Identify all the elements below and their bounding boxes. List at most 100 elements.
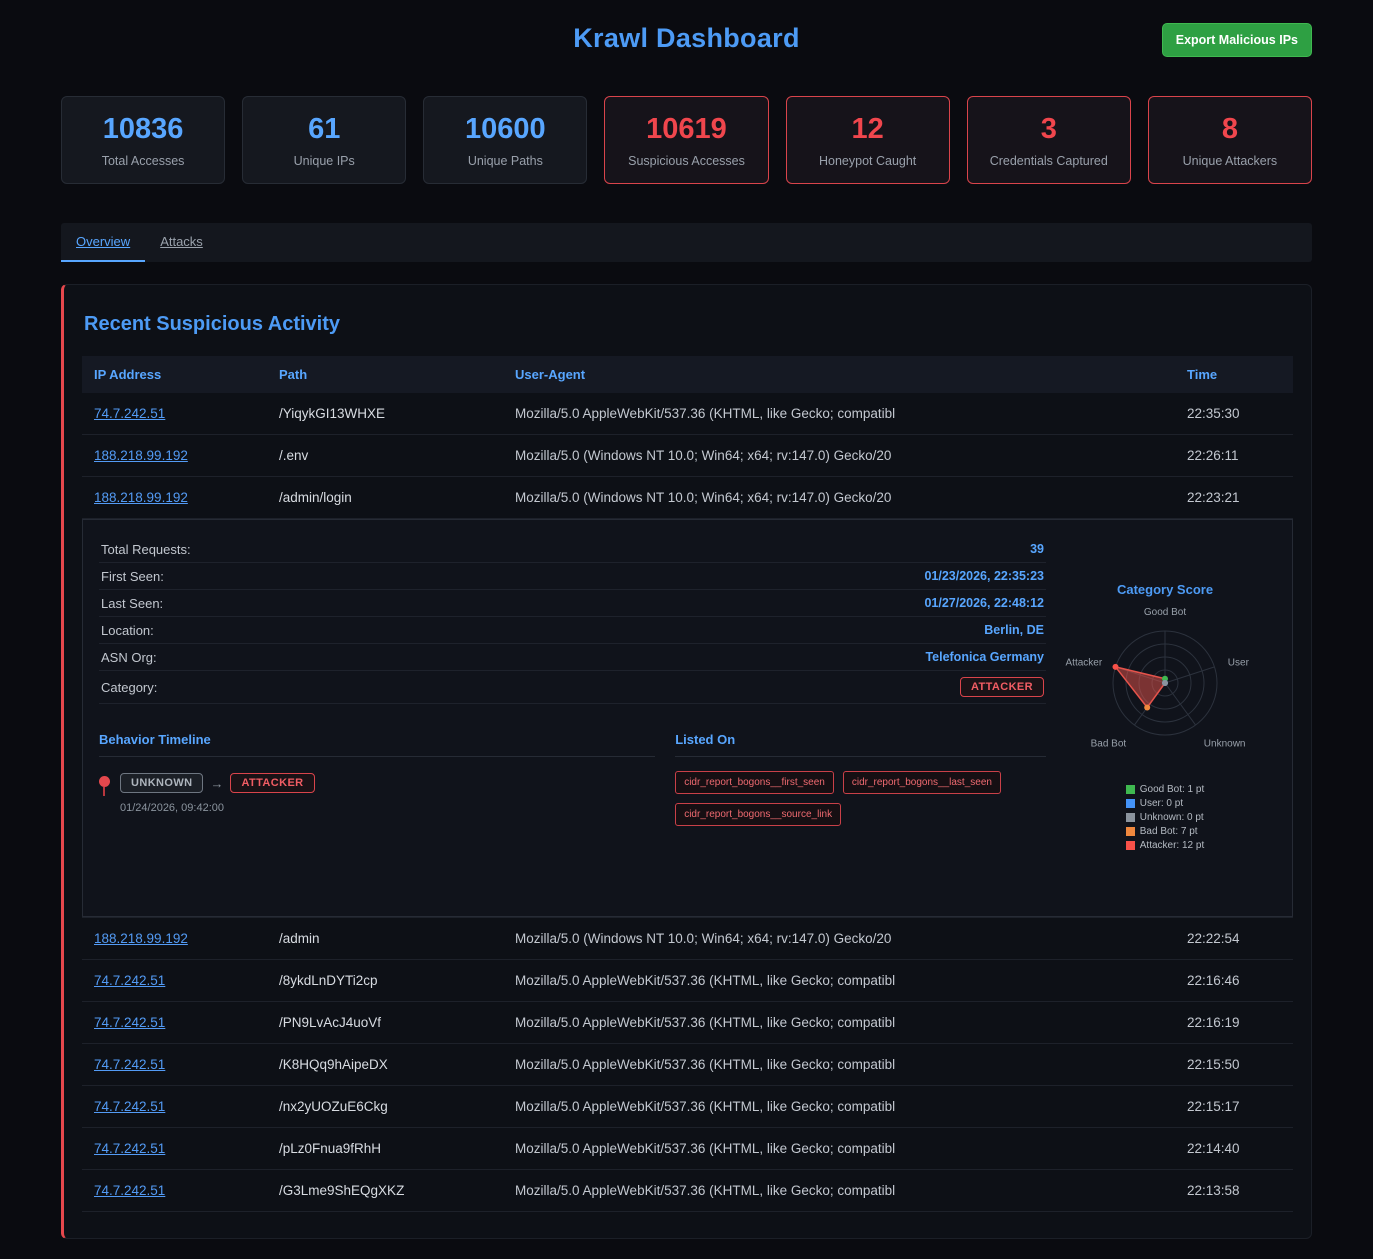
legend-item: Bad Bot: 7 pt bbox=[1126, 826, 1205, 837]
table-row[interactable]: 74.7.242.51 /8ykdLnDYTi2cp Mozilla/5.0 A… bbox=[82, 960, 1293, 1002]
listed-on-badge[interactable]: cidr_report_bogons__last_seen bbox=[843, 771, 1001, 794]
page-title: Krawl Dashboard bbox=[573, 23, 800, 54]
listed-on-title: Listed On bbox=[675, 732, 1046, 757]
path-cell: /.env bbox=[267, 435, 503, 477]
field-label: Location: bbox=[101, 623, 154, 638]
table-row[interactable]: 74.7.242.51 /YiqykGI13WHXE Mozilla/5.0 A… bbox=[82, 393, 1293, 435]
column-header-user-agent: User-Agent bbox=[503, 356, 1175, 393]
ip-link[interactable]: 188.218.99.192 bbox=[94, 931, 188, 946]
listed-on-section: Listed On cidr_report_bogons__first_seen… bbox=[675, 732, 1046, 826]
legend-label: User: 0 pt bbox=[1140, 798, 1183, 809]
ip-link[interactable]: 74.7.242.51 bbox=[94, 1141, 165, 1156]
path-cell: /nx2yUOZuE6Ckg bbox=[267, 1086, 503, 1128]
detail-sections: Behavior Timeline UNKNOWN → AT bbox=[99, 732, 1046, 826]
svg-text:Attacker: Attacker bbox=[1066, 658, 1103, 669]
svg-text:Good Bot: Good Bot bbox=[1144, 607, 1186, 618]
legend-swatch bbox=[1126, 785, 1135, 794]
user-agent-cell: Mozilla/5.0 AppleWebKit/537.36 (KHTML, l… bbox=[503, 1044, 1175, 1086]
field-label: Total Requests: bbox=[101, 542, 191, 557]
stat-value: 10619 bbox=[611, 113, 761, 146]
ip-link[interactable]: 74.7.242.51 bbox=[94, 973, 165, 988]
legend-item: Unknown: 0 pt bbox=[1126, 812, 1205, 823]
radar-chart-title: Category Score bbox=[1117, 582, 1213, 597]
user-agent-cell: Mozilla/5.0 (Windows NT 10.0; Win64; x64… bbox=[503, 918, 1175, 960]
table-row[interactable]: 74.7.242.51 /pLz0Fnua9fRhH Mozilla/5.0 A… bbox=[82, 1128, 1293, 1170]
table-row[interactable]: 188.218.99.192 /admin/login Mozilla/5.0 … bbox=[82, 477, 1293, 519]
field-value: 01/27/2026, 22:48:12 bbox=[924, 596, 1044, 610]
legend-swatch bbox=[1126, 827, 1135, 836]
user-agent-cell: Mozilla/5.0 AppleWebKit/537.36 (KHTML, l… bbox=[503, 1086, 1175, 1128]
legend-item: User: 0 pt bbox=[1126, 798, 1205, 809]
user-agent-cell: Mozilla/5.0 AppleWebKit/537.36 (KHTML, l… bbox=[503, 1002, 1175, 1044]
path-cell: /pLz0Fnua9fRhH bbox=[267, 1128, 503, 1170]
legend-label: Attacker: 12 pt bbox=[1140, 840, 1204, 851]
timeline-item: UNKNOWN → ATTACKER 01/24/2026, 09:42:00 bbox=[99, 773, 655, 814]
field-label: First Seen: bbox=[101, 569, 164, 584]
ip-link[interactable]: 74.7.242.51 bbox=[94, 1057, 165, 1072]
time-cell: 22:15:50 bbox=[1175, 1044, 1293, 1086]
detail-fields: Total Requests: 39 First Seen: 01/23/202… bbox=[99, 536, 1046, 704]
table-row[interactable]: 188.218.99.192 /.env Mozilla/5.0 (Window… bbox=[82, 435, 1293, 477]
listed-on-badge[interactable]: cidr_report_bogons__source_link bbox=[675, 803, 841, 826]
detail-field-row: Location: Berlin, DE bbox=[99, 617, 1046, 644]
time-cell: 22:22:54 bbox=[1175, 918, 1293, 960]
table-row[interactable]: 74.7.242.51 /G3Lme9ShEQgXKZ Mozilla/5.0 … bbox=[82, 1170, 1293, 1212]
ip-link[interactable]: 188.218.99.192 bbox=[94, 490, 188, 505]
behavior-timeline-title: Behavior Timeline bbox=[99, 732, 655, 757]
user-agent-cell: Mozilla/5.0 AppleWebKit/537.36 (KHTML, l… bbox=[503, 1128, 1175, 1170]
listed-on-badge[interactable]: cidr_report_bogons__first_seen bbox=[675, 771, 834, 794]
path-cell: /PN9LvAcJ4uoVf bbox=[267, 1002, 503, 1044]
detail-field-row: ASN Org: Telefonica Germany bbox=[99, 644, 1046, 671]
ip-link[interactable]: 74.7.242.51 bbox=[94, 1099, 165, 1114]
arrow-right-icon: → bbox=[210, 776, 223, 791]
time-cell: 22:23:21 bbox=[1175, 477, 1293, 519]
user-agent-cell: Mozilla/5.0 (Windows NT 10.0; Win64; x64… bbox=[503, 435, 1175, 477]
stats-row: 10836 Total Accesses 61 Unique IPs 10600… bbox=[61, 96, 1312, 184]
stat-value: 10836 bbox=[68, 113, 218, 146]
path-cell: /admin/login bbox=[267, 477, 503, 519]
legend-item: Attacker: 12 pt bbox=[1126, 840, 1205, 851]
user-agent-cell: Mozilla/5.0 AppleWebKit/537.36 (KHTML, l… bbox=[503, 1170, 1175, 1212]
ip-detail-panel: Total Requests: 39 First Seen: 01/23/202… bbox=[82, 519, 1293, 917]
stat-card: 3 Credentials Captured bbox=[967, 96, 1131, 184]
legend-swatch bbox=[1126, 841, 1135, 850]
time-cell: 22:35:30 bbox=[1175, 393, 1293, 435]
user-agent-cell: Mozilla/5.0 (Windows NT 10.0; Win64; x64… bbox=[503, 477, 1175, 519]
field-value: Berlin, DE bbox=[984, 623, 1044, 637]
field-value: 39 bbox=[1030, 542, 1044, 556]
table-row[interactable]: 74.7.242.51 /nx2yUOZuE6Ckg Mozilla/5.0 A… bbox=[82, 1086, 1293, 1128]
legend-label: Bad Bot: 7 pt bbox=[1140, 826, 1198, 837]
stat-card: 10836 Total Accesses bbox=[61, 96, 225, 184]
stat-label: Unique Paths bbox=[430, 154, 580, 168]
table-row[interactable]: 188.218.99.192 /admin Mozilla/5.0 (Windo… bbox=[82, 918, 1293, 960]
column-header-time: Time bbox=[1175, 356, 1293, 393]
ip-link[interactable]: 74.7.242.51 bbox=[94, 1183, 165, 1198]
category-score-section: Category Score Good BotUserUnknownBad Bo… bbox=[1054, 536, 1276, 900]
path-cell: /G3Lme9ShEQgXKZ bbox=[267, 1170, 503, 1212]
ip-link[interactable]: 74.7.242.51 bbox=[94, 406, 165, 421]
field-value: 01/23/2026, 22:35:23 bbox=[924, 569, 1044, 583]
from-state-badge: UNKNOWN bbox=[120, 773, 203, 793]
ip-link[interactable]: 74.7.242.51 bbox=[94, 1015, 165, 1030]
stat-value: 3 bbox=[974, 113, 1124, 146]
ip-link[interactable]: 188.218.99.192 bbox=[94, 448, 188, 463]
legend-label: Unknown: 0 pt bbox=[1140, 812, 1204, 823]
path-cell: /8ykdLnDYTi2cp bbox=[267, 960, 503, 1002]
stat-value: 61 bbox=[249, 113, 399, 146]
stat-value: 12 bbox=[793, 113, 943, 146]
detail-field-row: Category: ATTACKER bbox=[99, 671, 1046, 704]
table-header: IP Address Path User-Agent Time bbox=[82, 356, 1293, 393]
user-agent-cell: Mozilla/5.0 AppleWebKit/537.36 (KHTML, l… bbox=[503, 960, 1175, 1002]
detail-field-row: Last Seen: 01/27/2026, 22:48:12 bbox=[99, 590, 1046, 617]
legend-item: Good Bot: 1 pt bbox=[1126, 784, 1205, 795]
export-malicious-ips-button[interactable]: Export Malicious IPs bbox=[1162, 23, 1312, 57]
tab-overview[interactable]: Overview bbox=[61, 223, 145, 262]
stat-card: 10619 Suspicious Accesses bbox=[604, 96, 768, 184]
field-label: Category: bbox=[101, 680, 157, 695]
table-row[interactable]: 74.7.242.51 /PN9LvAcJ4uoVf Mozilla/5.0 A… bbox=[82, 1002, 1293, 1044]
table-row[interactable]: 74.7.242.51 /K8HQq9hAipeDX Mozilla/5.0 A… bbox=[82, 1044, 1293, 1086]
tab-attacks[interactable]: Attacks bbox=[145, 223, 218, 262]
radar-legend: Good Bot: 1 pt User: 0 pt Unknown: 0 pt … bbox=[1126, 781, 1205, 854]
stat-label: Unique IPs bbox=[249, 154, 399, 168]
stat-label: Honeypot Caught bbox=[793, 154, 943, 168]
